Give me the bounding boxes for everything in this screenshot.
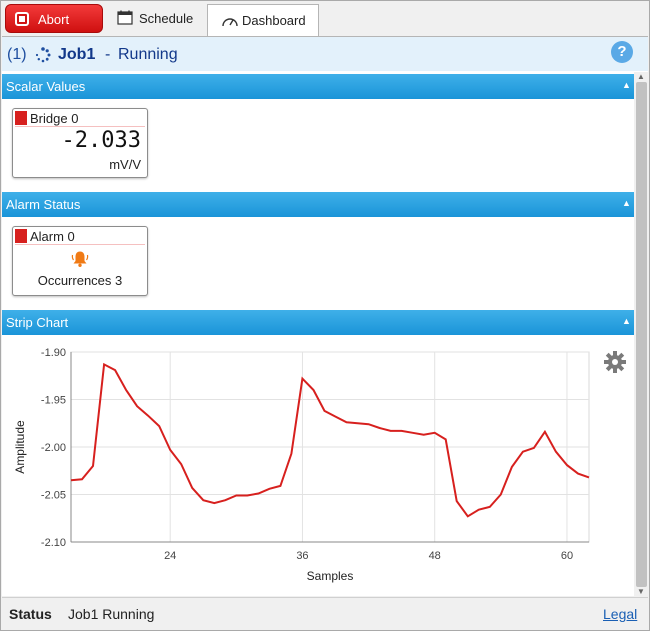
job-count: (1) [7,46,27,63]
scalar-unit: mV/V [109,157,141,172]
vertical-scrollbar[interactable]: ▲ ▼ [634,72,648,596]
gauge-icon [221,13,239,31]
channel-color-swatch [15,111,27,125]
job-state: Running [118,46,178,63]
scroll-up-icon[interactable]: ▲ [637,72,645,81]
status-bar: Status Job1 Running Legal [2,597,648,630]
scroll-down-icon[interactable]: ▼ [637,587,645,596]
x-tick-label: 60 [561,550,573,562]
alarm-name: Alarm 0 [30,229,75,244]
y-tick-label: -2.05 [41,490,66,502]
tab-schedule[interactable]: Schedule [117,4,203,34]
x-tick-label: 36 [296,550,308,562]
scalar-values-header[interactable]: Scalar Values ▲ [2,74,634,99]
app-window: Abort Schedule Dashboard (1) Job1 - Runn… [0,0,650,631]
legal-link[interactable]: Legal [603,606,637,622]
status-value: Job1 Running [68,606,155,622]
spinner-icon [35,47,51,66]
collapse-icon[interactable]: ▲ [622,316,631,326]
tab-dashboard-label: Dashboard [242,13,306,28]
y-tick-label: -1.90 [41,347,66,359]
strip-chart-title: Strip Chart [6,315,69,330]
collapse-icon[interactable]: ▲ [622,198,631,208]
card-divider [15,244,145,245]
scrollbar-thumb[interactable] [636,82,647,587]
gear-icon[interactable] [603,350,627,377]
x-axis-label: Samples [307,569,354,583]
job-header: (1) Job1 - Running ? [2,37,648,71]
y-tick-label: -2.10 [41,537,66,549]
strip-chart-header[interactable]: Strip Chart ▲ [2,310,634,335]
scalar-card: Bridge 0 -2.033 mV/V [12,108,148,178]
job-name[interactable]: Job1 [58,46,95,64]
strip-chart: -1.90 -1.95 -2.00 -2.05 -2.10 24 36 48 60 Samples… [13,347,590,583]
x-tick-label: 24 [164,550,176,562]
job-separator: - [105,46,111,63]
channel-name: Bridge 0 [30,111,79,126]
bell-icon [71,250,89,271]
alarm-status-header[interactable]: Alarm Status ▲ [2,192,634,217]
status-key: Status [9,606,52,622]
alarm-card: Alarm 0 Occurrences 3 [12,226,148,296]
help-icon[interactable]: ? [611,41,633,63]
abort-button[interactable]: Abort [5,4,103,33]
scalar-values-title: Scalar Values [6,79,86,94]
y-tick-label: -1.95 [41,395,66,407]
tab-schedule-label: Schedule [139,11,194,26]
alarm-color-swatch [15,229,27,243]
abort-label: Abort [38,12,70,27]
alarm-occurrences: Occurrences 3 [37,273,123,288]
tab-dashboard[interactable]: Dashboard [207,4,319,38]
collapse-icon[interactable]: ▲ [622,80,631,90]
alarm-status-title: Alarm Status [6,197,81,212]
tab-bar: Abort Schedule Dashboard [1,1,649,38]
calendar-icon [117,10,133,28]
scalar-value: -2.033 [61,128,141,153]
x-tick-label: 48 [429,550,441,562]
y-axis-label: Amplitude [13,420,27,474]
dashboard-panel: (1) Job1 - Running ? Scalar Values ▲ Bri… [2,36,648,596]
y-tick-label: -2.00 [41,442,66,454]
card-divider [15,126,145,127]
stop-icon [15,12,29,26]
